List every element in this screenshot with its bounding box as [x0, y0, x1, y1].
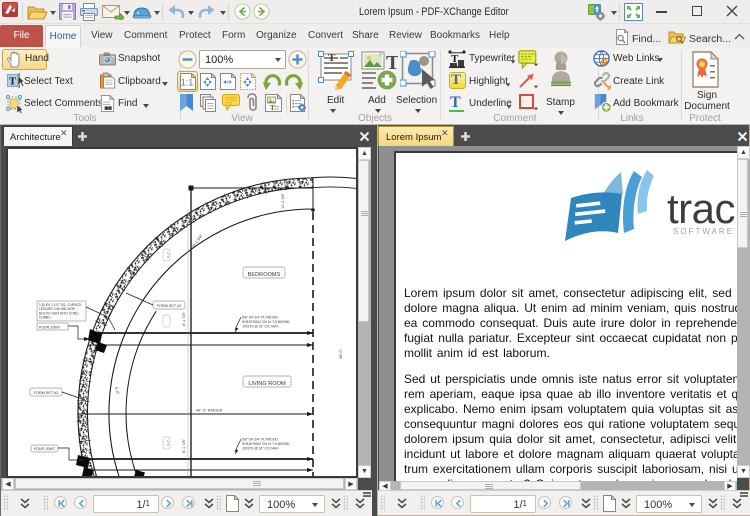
- svg-text:T: T: [9, 76, 17, 88]
- svg-text:1:1: 1:1: [181, 78, 194, 88]
- svg-text:12'-2 3/8": 12'-2 3/8": [281, 192, 285, 209]
- svg-text:T: T: [328, 52, 336, 64]
- svg-text:FORM SET #2: FORM SET #2: [34, 391, 59, 395]
- svg-text:3'-1": 3'-1": [166, 252, 170, 258]
- svg-text:5'-0": 5'-0": [114, 387, 120, 396]
- svg-text:5/8" OR 3/4" PLYWOOD: 5/8" OR 3/4" PLYWOOD: [242, 315, 278, 319]
- svg-text:POUR JOINT: POUR JOINT: [34, 447, 56, 451]
- svg-text:CURBS: CURBS: [39, 316, 51, 320]
- svg-text:SHEATHING ON 2x TJI 560/560: SHEATHING ON 2x TJI 560/560: [242, 442, 290, 446]
- svg-text:POUR JOINT: POUR JOINT: [39, 325, 61, 329]
- svg-text:38'-0": 38'-0": [339, 349, 343, 359]
- svg-text:8'-1 7/8": 8'-1 7/8": [182, 438, 186, 453]
- svg-text:FORM SET #2: FORM SET #2: [157, 304, 182, 308]
- svg-text:46'- 6" RADIUS: 46'- 6" RADIUS: [196, 409, 223, 413]
- svg-text:BEDROOMS: BEDROOMS: [248, 272, 281, 278]
- svg-text:JOISTS @ 16" O/C MAX: JOISTS @ 16" O/C MAX: [242, 324, 279, 328]
- svg-text:T: T: [270, 104, 275, 112]
- svg-text:JOISTS @ 16" O/C MAX: JOISTS @ 16" O/C MAX: [242, 446, 279, 450]
- svg-text:5/8" OR 3/4" PLYWOOD: 5/8" OR 3/4" PLYWOOD: [242, 437, 278, 441]
- svg-text:SHEATHING ON 2x TJI 560/560: SHEATHING ON 2x TJI 560/560: [242, 320, 290, 324]
- svg-text:8'-1 7/8": 8'-1 7/8": [182, 311, 186, 326]
- svg-text:3'-1": 3'-1": [166, 440, 170, 446]
- svg-text:LIVING ROOM: LIVING ROOM: [248, 381, 286, 387]
